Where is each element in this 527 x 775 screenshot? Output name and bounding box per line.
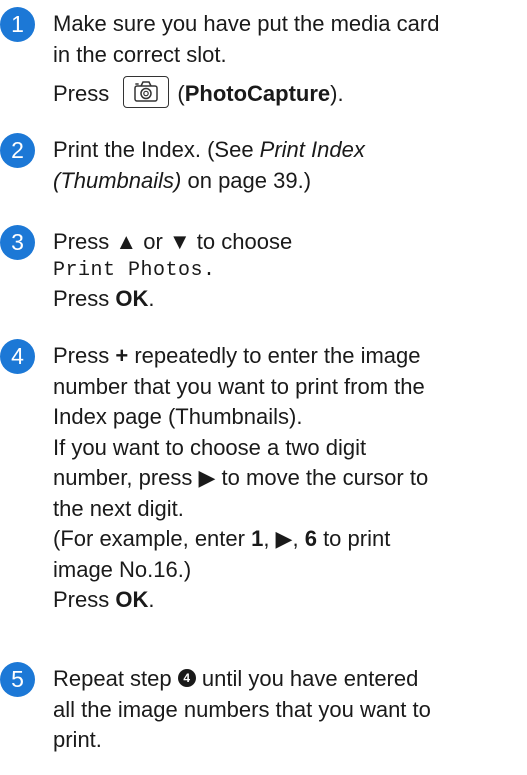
step-text: on page 39.) xyxy=(181,167,312,193)
step-body: Press + repeatedly to enter the image nu… xyxy=(53,341,527,616)
ok-key: OK xyxy=(115,285,149,311)
step-text: Press xyxy=(53,285,116,311)
photocapture-label: PhotoCapture xyxy=(184,81,331,106)
digit-key: 6 xyxy=(304,526,317,551)
step-text: image No.16.) xyxy=(53,556,192,582)
step-number-badge: 3 xyxy=(0,225,35,260)
step-number-badge: 5 xyxy=(0,662,35,697)
step-number-badge: 1 xyxy=(0,7,35,42)
digit-key: 1 xyxy=(251,526,264,551)
cross-reference-link[interactable]: Print Index xyxy=(260,137,365,162)
step-text: number that you want to print from the xyxy=(53,373,425,399)
camera-icon xyxy=(134,81,159,102)
step-number-badge: 2 xyxy=(0,133,35,168)
step-text: all the image numbers that you want to xyxy=(53,696,431,722)
step-text: in the correct slot. xyxy=(53,41,227,67)
photocapture-button xyxy=(123,76,170,109)
lcd-menu-text: Print Photos. xyxy=(53,258,216,282)
cross-reference-link[interactable]: (Thumbnails) xyxy=(53,168,181,193)
step-body: Repeat step 4 until you have entered all… xyxy=(53,664,527,756)
step-text: Make sure you have put the media card xyxy=(53,11,440,36)
step-text: number, press ▶ to move the cursor to xyxy=(53,465,429,490)
step-reference-number: 4 xyxy=(177,669,196,688)
paren-close: ). xyxy=(330,81,344,106)
press-label: Press xyxy=(53,81,110,106)
step-text: Index page (Thumbnails). xyxy=(53,404,303,429)
step-text: print. xyxy=(53,727,102,752)
step-text: Press ▲ or ▼ to choose xyxy=(53,229,293,254)
step-text: If you want to choose a two digit xyxy=(53,434,367,460)
step-text: the next digit. xyxy=(53,495,184,521)
ok-key: OK xyxy=(115,587,149,612)
step-body: Print the Index. (See Print Index (Thumb… xyxy=(53,135,527,196)
step-body: Press ▲ or ▼ to choose Print Photos. Pre… xyxy=(53,227,527,314)
paren-open: ( xyxy=(177,81,185,106)
step-number-badge: 4 xyxy=(0,339,35,374)
step-text: Print the Index. (See xyxy=(53,137,260,162)
press-photocapture-line: Press (PhotoCapture). xyxy=(53,76,527,111)
step-body: Make sure you have put the media card in… xyxy=(53,9,527,111)
plus-key: + xyxy=(115,343,129,368)
